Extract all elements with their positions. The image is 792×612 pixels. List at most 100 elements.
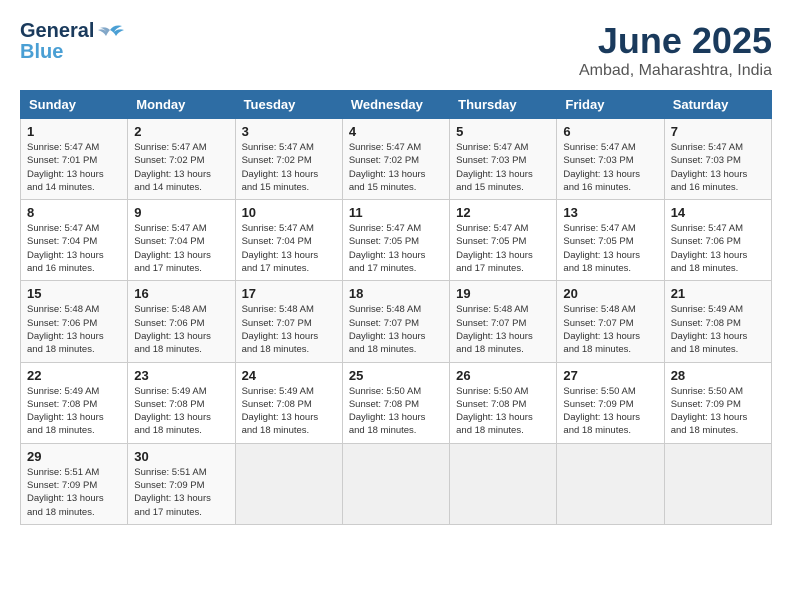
calendar-cell: 20 Sunrise: 5:48 AMSunset: 7:07 PMDayligh…: [557, 281, 664, 362]
calendar-cell: 30 Sunrise: 5:51 AMSunset: 7:09 PMDayligh…: [128, 443, 235, 524]
day-info: Sunrise: 5:47 AMSunset: 7:06 PMDaylight:…: [671, 222, 765, 275]
calendar-cell: 23 Sunrise: 5:49 AMSunset: 7:08 PMDayligh…: [128, 362, 235, 443]
day-number: 19: [456, 286, 550, 301]
day-number: 25: [349, 368, 443, 383]
calendar-cell: 22Sunrise: 5:49 AMSunset: 7:08 PMDayligh…: [21, 362, 128, 443]
day-info: Sunrise: 5:48 AMSunset: 7:07 PMDaylight:…: [563, 303, 657, 356]
calendar-cell: 6 Sunrise: 5:47 AMSunset: 7:03 PMDaylight…: [557, 119, 664, 200]
calendar-cell: 21 Sunrise: 5:49 AMSunset: 7:08 PMDayligh…: [664, 281, 771, 362]
calendar-cell: [557, 443, 664, 524]
calendar-week-row: 1 Sunrise: 5:47 AMSunset: 7:01 PMDaylight…: [21, 119, 772, 200]
calendar-cell: 2 Sunrise: 5:47 AMSunset: 7:02 PMDaylight…: [128, 119, 235, 200]
day-info: Sunrise: 5:50 AMSunset: 7:08 PMDaylight:…: [349, 385, 443, 438]
weekday-header-thursday: Thursday: [450, 91, 557, 119]
day-number: 2: [134, 124, 228, 139]
day-number: 17: [242, 286, 336, 301]
weekday-header-saturday: Saturday: [664, 91, 771, 119]
calendar-cell: 7Sunrise: 5:47 AMSunset: 7:03 PMDaylight…: [664, 119, 771, 200]
day-number: 29: [27, 449, 121, 464]
day-info: Sunrise: 5:47 AMSunset: 7:03 PMDaylight:…: [456, 141, 550, 194]
day-number: 8: [27, 205, 121, 220]
calendar-week-row: 15Sunrise: 5:48 AMSunset: 7:06 PMDayligh…: [21, 281, 772, 362]
day-info: Sunrise: 5:49 AMSunset: 7:08 PMDaylight:…: [242, 385, 336, 438]
calendar-cell: 1 Sunrise: 5:47 AMSunset: 7:01 PMDaylight…: [21, 119, 128, 200]
calendar-week-row: 8 Sunrise: 5:47 AMSunset: 7:04 PMDaylight…: [21, 200, 772, 281]
day-number: 27: [563, 368, 657, 383]
calendar-week-row: 29 Sunrise: 5:51 AMSunset: 7:09 PMDayligh…: [21, 443, 772, 524]
day-info: Sunrise: 5:47 AMSunset: 7:02 PMDaylight:…: [242, 141, 336, 194]
calendar-cell: 4Sunrise: 5:47 AMSunset: 7:02 PMDaylight…: [342, 119, 449, 200]
calendar-cell: [664, 443, 771, 524]
logo-general: General: [20, 20, 94, 43]
day-number: 5: [456, 124, 550, 139]
day-info: Sunrise: 5:47 AMSunset: 7:03 PMDaylight:…: [563, 141, 657, 194]
calendar-title: June 2025: [579, 20, 772, 62]
weekday-header-tuesday: Tuesday: [235, 91, 342, 119]
calendar-cell: 26Sunrise: 5:50 AMSunset: 7:08 PMDayligh…: [450, 362, 557, 443]
day-info: Sunrise: 5:49 AMSunset: 7:08 PMDaylight:…: [134, 385, 228, 438]
day-info: Sunrise: 5:49 AMSunset: 7:08 PMDaylight:…: [671, 303, 765, 356]
calendar-cell: 18 Sunrise: 5:48 AMSunset: 7:07 PMDayligh…: [342, 281, 449, 362]
page-header: General Blue June 2025 Ambad, Maharashtr…: [20, 20, 772, 80]
day-info: Sunrise: 5:47 AMSunset: 7:04 PMDaylight:…: [242, 222, 336, 275]
day-info: Sunrise: 5:51 AMSunset: 7:09 PMDaylight:…: [27, 466, 121, 519]
day-number: 7: [671, 124, 765, 139]
day-info: Sunrise: 5:48 AMSunset: 7:07 PMDaylight:…: [349, 303, 443, 356]
day-number: 24: [242, 368, 336, 383]
calendar-cell: 24 Sunrise: 5:49 AMSunset: 7:08 PMDayligh…: [235, 362, 342, 443]
weekday-header-friday: Friday: [557, 91, 664, 119]
day-number: 10: [242, 205, 336, 220]
calendar-cell: 19 Sunrise: 5:48 AMSunset: 7:07 PMDayligh…: [450, 281, 557, 362]
calendar-subtitle: Ambad, Maharashtra, India: [579, 62, 772, 80]
calendar-cell: 10 Sunrise: 5:47 AMSunset: 7:04 PMDayligh…: [235, 200, 342, 281]
day-number: 22: [27, 368, 121, 383]
calendar-cell: 15Sunrise: 5:48 AMSunset: 7:06 PMDayligh…: [21, 281, 128, 362]
day-info: Sunrise: 5:51 AMSunset: 7:09 PMDaylight:…: [134, 466, 228, 519]
day-number: 20: [563, 286, 657, 301]
day-number: 30: [134, 449, 228, 464]
calendar-cell: [342, 443, 449, 524]
calendar-cell: 3Sunrise: 5:47 AMSunset: 7:02 PMDaylight…: [235, 119, 342, 200]
calendar-cell: [235, 443, 342, 524]
day-info: Sunrise: 5:47 AMSunset: 7:05 PMDaylight:…: [456, 222, 550, 275]
day-number: 12: [456, 205, 550, 220]
weekday-header-sunday: Sunday: [21, 91, 128, 119]
day-number: 6: [563, 124, 657, 139]
day-info: Sunrise: 5:47 AMSunset: 7:01 PMDaylight:…: [27, 141, 121, 194]
day-number: 9: [134, 205, 228, 220]
day-info: Sunrise: 5:50 AMSunset: 7:09 PMDaylight:…: [563, 385, 657, 438]
day-number: 14: [671, 205, 765, 220]
weekday-header-wednesday: Wednesday: [342, 91, 449, 119]
day-number: 18: [349, 286, 443, 301]
day-info: Sunrise: 5:47 AMSunset: 7:05 PMDaylight:…: [349, 222, 443, 275]
day-info: Sunrise: 5:50 AMSunset: 7:09 PMDaylight:…: [671, 385, 765, 438]
day-number: 23: [134, 368, 228, 383]
day-info: Sunrise: 5:47 AMSunset: 7:02 PMDaylight:…: [349, 141, 443, 194]
calendar-cell: 25 Sunrise: 5:50 AMSunset: 7:08 PMDayligh…: [342, 362, 449, 443]
calendar-cell: 12 Sunrise: 5:47 AMSunset: 7:05 PMDayligh…: [450, 200, 557, 281]
day-info: Sunrise: 5:47 AMSunset: 7:04 PMDaylight:…: [134, 222, 228, 275]
day-info: Sunrise: 5:48 AMSunset: 7:06 PMDaylight:…: [134, 303, 228, 356]
weekday-header-monday: Monday: [128, 91, 235, 119]
calendar-cell: 28Sunrise: 5:50 AMSunset: 7:09 PMDayligh…: [664, 362, 771, 443]
calendar-cell: 16Sunrise: 5:48 AMSunset: 7:06 PMDayligh…: [128, 281, 235, 362]
calendar-cell: 14 Sunrise: 5:47 AMSunset: 7:06 PMDayligh…: [664, 200, 771, 281]
day-info: Sunrise: 5:48 AMSunset: 7:07 PMDaylight:…: [242, 303, 336, 356]
day-info: Sunrise: 5:48 AMSunset: 7:06 PMDaylight:…: [27, 303, 121, 356]
day-info: Sunrise: 5:50 AMSunset: 7:08 PMDaylight:…: [456, 385, 550, 438]
day-info: Sunrise: 5:48 AMSunset: 7:07 PMDaylight:…: [456, 303, 550, 356]
day-info: Sunrise: 5:47 AMSunset: 7:04 PMDaylight:…: [27, 222, 121, 275]
logo-blue: Blue: [20, 41, 63, 63]
day-info: Sunrise: 5:47 AMSunset: 7:05 PMDaylight:…: [563, 222, 657, 275]
day-info: Sunrise: 5:47 AMSunset: 7:02 PMDaylight:…: [134, 141, 228, 194]
calendar-cell: 13Sunrise: 5:47 AMSunset: 7:05 PMDayligh…: [557, 200, 664, 281]
title-area: June 2025 Ambad, Maharashtra, India: [579, 20, 772, 80]
logo: General Blue: [20, 20, 124, 64]
day-number: 11: [349, 205, 443, 220]
calendar-cell: 8 Sunrise: 5:47 AMSunset: 7:04 PMDaylight…: [21, 200, 128, 281]
day-number: 1: [27, 124, 121, 139]
calendar-cell: [450, 443, 557, 524]
day-number: 21: [671, 286, 765, 301]
logo-bird-icon: [96, 22, 124, 42]
calendar-cell: 17 Sunrise: 5:48 AMSunset: 7:07 PMDayligh…: [235, 281, 342, 362]
